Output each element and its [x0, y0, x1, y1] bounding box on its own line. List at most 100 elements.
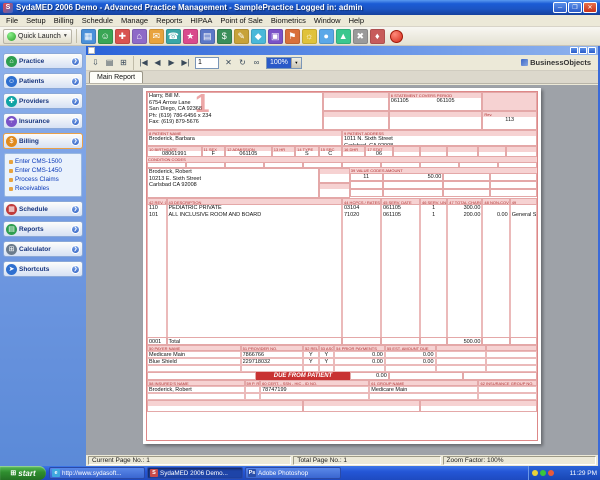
chevron-right-icon[interactable]: ❯	[71, 137, 80, 146]
sidebar-item-practice[interactable]: ⌂ Practice ❯	[3, 53, 83, 69]
search-icon[interactable]: ∞	[250, 56, 263, 69]
last-page-button[interactable]: ▶|	[179, 56, 192, 69]
mdi-close-button[interactable]	[588, 47, 596, 54]
claim-provider-block: Harry, Bill M. 6754 Arrow Lane San Diego…	[147, 92, 323, 130]
chevron-right-icon[interactable]: ❯	[71, 57, 80, 66]
menu-setup[interactable]: Setup	[22, 16, 50, 25]
menu-biometrics[interactable]: Biometrics	[267, 16, 310, 25]
menu-hipaa[interactable]: HIPAA	[186, 16, 216, 25]
title-bar: S SydaMED 2006 Demo - Advanced Practice …	[0, 0, 600, 15]
sydamed-icon: S	[150, 469, 158, 477]
toolbar-icon-4[interactable]: ⌂	[132, 29, 147, 44]
patients-icon: ☺	[6, 76, 17, 87]
toolbar-icon-7[interactable]: ★	[183, 29, 198, 44]
toolbar-icon-6[interactable]: ☎	[166, 29, 181, 44]
clock: 11:29 PM	[570, 470, 597, 477]
chevron-right-icon[interactable]: ❯	[71, 205, 80, 214]
service-total-row: 0001 Total 500.00	[147, 337, 537, 345]
page-number-field[interactable]: 1	[195, 57, 219, 69]
admission-src-field: 15 SRCC	[319, 146, 342, 157]
toolbar-icon-12[interactable]: ▣	[268, 29, 283, 44]
first-page-button[interactable]: |◀	[137, 56, 150, 69]
minimize-button[interactable]: ─	[553, 2, 567, 13]
menu-help[interactable]: Help	[345, 16, 368, 25]
toolbar-icon-18[interactable]: ♦	[370, 29, 385, 44]
tab-main-report[interactable]: Main Report	[89, 71, 143, 83]
sidebar-item-patients[interactable]: ☺ Patients ❯	[3, 73, 83, 89]
sidebar-item-reports[interactable]: ▤ Reports ❯	[3, 221, 83, 237]
sidebar-item-calculator[interactable]: ⊞ Calculator ❯	[3, 241, 83, 257]
birthdate-field: 10 BIRTHDATE08061991	[147, 146, 202, 157]
toolbar-icon-10[interactable]: ✎	[234, 29, 249, 44]
quick-launch-button[interactable]: Quick Launch ▼	[3, 29, 72, 44]
payer-row: Blue Shield 229718032 Y Y 0.00 0.00	[147, 358, 537, 365]
chevron-right-icon[interactable]: ❯	[71, 265, 80, 274]
bullet-icon	[9, 178, 13, 182]
mdi-restore-button[interactable]	[579, 47, 587, 54]
toolbar-icon-17[interactable]: ✖	[353, 29, 368, 44]
print-icon[interactable]: ▤	[103, 56, 116, 69]
toolbar-icon-3[interactable]: ✚	[115, 29, 130, 44]
close-button[interactable]: ✕	[583, 2, 597, 13]
toolbar-icon-14[interactable]: ☼	[302, 29, 317, 44]
sidebar-link-enter-cms-1450[interactable]: Enter CMS-1450	[6, 166, 80, 175]
sidebar-item-schedule[interactable]: ▦ Schedule ❯	[3, 201, 83, 217]
menu-reports[interactable]: Reports	[152, 16, 186, 25]
menu-billing[interactable]: Billing	[50, 16, 78, 25]
sidebar-item-billing[interactable]: $ Billing ❯	[3, 133, 83, 149]
next-page-button[interactable]: ▶	[165, 56, 178, 69]
insured-row: Broderick, Robert 78747199 Medicare Main	[147, 386, 537, 393]
maximize-button[interactable]: ❐	[568, 2, 582, 13]
practice-icon: ⌂	[6, 56, 17, 67]
value-code-field: 11	[350, 173, 383, 181]
toolbar-icon-9[interactable]: $	[217, 29, 232, 44]
sidebar-item-insurance[interactable]: ☂ Insurance ❯	[3, 113, 83, 129]
toolbar-icon-11[interactable]: ◆	[251, 29, 266, 44]
sidebar-link-receivables[interactable]: Receivables	[6, 184, 80, 193]
export-icon[interactable]: ⇩	[89, 56, 102, 69]
sidebar-item-shortcuts[interactable]: ➤ Shortcuts ❯	[3, 261, 83, 277]
tray-icon[interactable]	[532, 470, 538, 476]
chevron-right-icon[interactable]: ❯	[71, 97, 80, 106]
refresh-button[interactable]: ↻	[236, 56, 249, 69]
chevron-right-icon[interactable]: ❯	[71, 245, 80, 254]
zoom-select[interactable]: 100% ▼	[266, 57, 302, 69]
insurance-icon: ☂	[6, 116, 17, 127]
chevron-right-icon[interactable]: ❯	[71, 77, 80, 86]
menu-bar: File Setup Billing Schedule Manage Repor…	[0, 15, 600, 27]
taskbar-item-sydamed[interactable]: S SydaMED 2006 Demo...	[147, 467, 243, 479]
toolbar-icon-13[interactable]: ⚑	[285, 29, 300, 44]
taskbar-item-photoshop[interactable]: Ps Adobe Photoshop	[245, 467, 341, 479]
tray-icon[interactable]	[548, 470, 554, 476]
menu-manage[interactable]: Manage	[117, 16, 152, 25]
menu-schedule[interactable]: Schedule	[78, 16, 117, 25]
due-from-patient-banner: DUE FROM PATIENT	[256, 372, 350, 380]
logout-icon[interactable]	[390, 30, 403, 43]
sidebar-link-process-claims[interactable]: Process Claims	[6, 175, 80, 184]
tray-icon[interactable]	[540, 470, 546, 476]
chevron-right-icon[interactable]: ❯	[71, 225, 80, 234]
menu-window[interactable]: Window	[310, 16, 345, 25]
toolbar-icon-8[interactable]: ▤	[200, 29, 215, 44]
sidebar-item-providers[interactable]: ✚ Providers ❯	[3, 93, 83, 109]
chevron-right-icon[interactable]: ❯	[71, 117, 80, 126]
prev-page-button[interactable]: ◀	[151, 56, 164, 69]
toolbar-icon-15[interactable]: ●	[319, 29, 334, 44]
report-viewport[interactable]: 1 Harry, Bill M. 6754 Arrow Lane San Die…	[86, 85, 598, 455]
start-button[interactable]: ⊞ start	[0, 466, 46, 480]
taskbar-item-browser[interactable]: e http://www.sydasoft...	[49, 467, 145, 479]
mdi-minimize-button[interactable]	[570, 47, 578, 54]
group-tree-icon[interactable]: ⊞	[117, 56, 130, 69]
report-window-titlebar	[86, 46, 598, 55]
taskbar: ⊞ start e http://www.sydasoft... S SydaM…	[0, 466, 600, 480]
claim-form: Harry, Bill M. 6754 Arrow Lane San Diego…	[146, 91, 538, 441]
menu-file[interactable]: File	[2, 16, 22, 25]
toolbar-icon-16[interactable]: ▲	[336, 29, 351, 44]
stop-button[interactable]: ✕	[222, 56, 235, 69]
billing-icon: $	[6, 136, 17, 147]
toolbar-icon-2[interactable]: ☺	[98, 29, 113, 44]
toolbar-icon-5[interactable]: ✉	[149, 29, 164, 44]
sidebar-link-enter-cms-1500[interactable]: Enter CMS-1500	[6, 157, 80, 166]
menu-point-of-sale[interactable]: Point of Sale	[216, 16, 267, 25]
toolbar-icon-1[interactable]: ▦	[81, 29, 96, 44]
